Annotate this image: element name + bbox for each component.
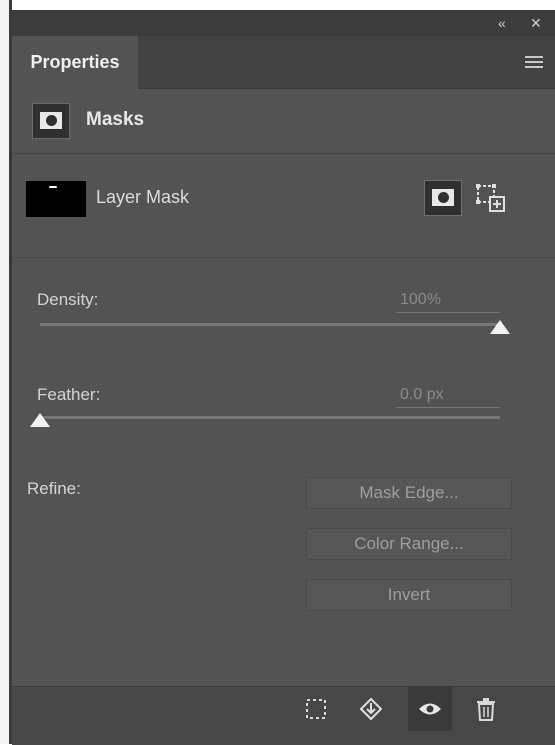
masks-header: Masks <box>12 89 555 154</box>
eye-icon[interactable] <box>408 687 452 731</box>
layer-mask-thumbnail <box>26 181 86 217</box>
layer-mask-label: Layer Mask <box>96 187 190 207</box>
panel-menu-icon[interactable] <box>525 56 543 68</box>
invert-button[interactable]: Invert <box>306 579 512 611</box>
density-value[interactable]: 100% <box>396 291 500 313</box>
pixel-mask-button[interactable] <box>424 180 462 216</box>
density-label: Density: <box>37 290 99 309</box>
tab-bar: Properties <box>12 36 555 89</box>
feather-slider-track[interactable] <box>40 416 500 419</box>
apply-mask-icon[interactable] <box>349 687 393 731</box>
density-slider-handle[interactable] <box>490 320 510 334</box>
vector-mask-icon[interactable] <box>474 181 508 215</box>
density-slider-track[interactable] <box>40 323 500 326</box>
layer-mask-row: Layer Mask <box>12 155 555 258</box>
panel-footer <box>12 686 555 745</box>
feather-slider-handle[interactable] <box>30 413 50 427</box>
tab-properties[interactable]: Properties <box>12 36 138 89</box>
collapse-panel-icon[interactable]: « <box>498 14 506 32</box>
close-panel-icon[interactable]: ✕ <box>530 14 542 32</box>
feather-label: Feather: <box>37 385 101 404</box>
refine-label: Refine: <box>27 479 81 498</box>
feather-value[interactable]: 0.0 px <box>396 386 500 408</box>
load-selection-icon[interactable] <box>294 687 338 731</box>
mask-edge-button[interactable]: Mask Edge... <box>306 477 512 509</box>
masks-title: Masks <box>86 109 145 130</box>
panel-titlebar: « ✕ <box>12 10 555 36</box>
trash-icon[interactable] <box>464 687 508 731</box>
properties-panel: « ✕ Properties Masks Layer Mask Density:… <box>12 10 555 745</box>
mask-icon <box>32 103 70 139</box>
color-range-button[interactable]: Color Range... <box>306 528 512 560</box>
